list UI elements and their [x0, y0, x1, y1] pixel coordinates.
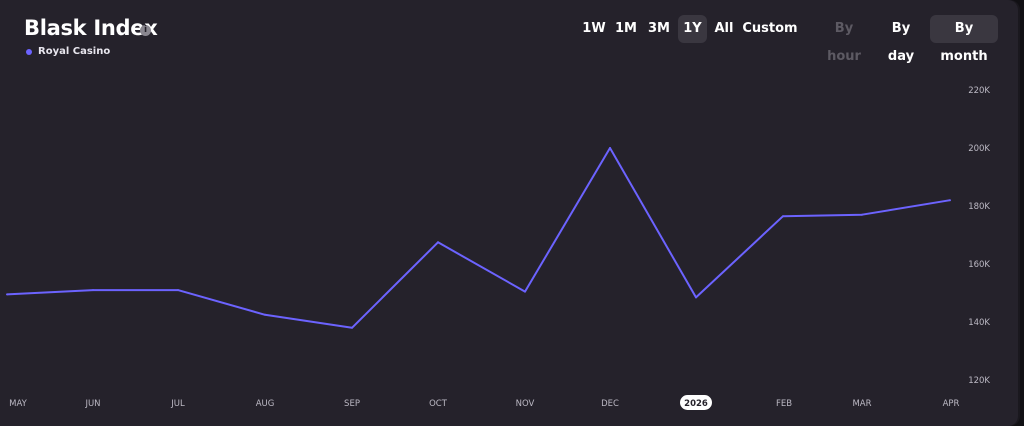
x-tick-label: FEB	[776, 399, 792, 409]
data-point[interactable]	[609, 147, 611, 149]
x-tick-label: SEP	[344, 399, 360, 409]
data-point[interactable]	[6, 293, 8, 296]
series-line-royal-casino[interactable]	[6, 147, 951, 329]
data-point[interactable]	[177, 289, 179, 292]
x-tick-label: MAY	[9, 399, 27, 409]
y-tick-label: 140K	[968, 318, 990, 328]
x-tick-label: DEC	[601, 399, 619, 409]
x-tick-label: OCT	[429, 399, 448, 409]
y-tick-label: 200K	[968, 144, 990, 154]
x-tick-label: JUN	[84, 399, 100, 409]
line-chart: 120K 140K 160K 180K 200K 220K MAY JUN JUL AUG SEP O…	[6, 86, 990, 410]
x-tick-label: 2026	[684, 399, 708, 409]
data-point[interactable]	[92, 289, 94, 292]
data-point[interactable]	[782, 215, 784, 218]
x-tick-label: AUG	[256, 399, 275, 409]
y-tick-label: 180K	[968, 202, 990, 212]
y-tick-label: 160K	[968, 260, 990, 270]
data-point[interactable]	[351, 326, 353, 329]
y-tick-label: 220K	[968, 86, 990, 96]
x-tick-label: MAR	[852, 399, 871, 409]
data-point[interactable]	[437, 241, 439, 244]
x-tick-label: JUL	[170, 399, 185, 409]
x-tick-label: APR	[943, 399, 960, 409]
data-point[interactable]	[949, 199, 951, 202]
data-point[interactable]	[264, 313, 266, 316]
data-point[interactable]	[861, 213, 863, 216]
data-point[interactable]	[695, 296, 697, 299]
y-tick-label: 120K	[968, 376, 990, 386]
x-tick-label: NOV	[516, 399, 535, 409]
data-point[interactable]	[524, 290, 526, 293]
